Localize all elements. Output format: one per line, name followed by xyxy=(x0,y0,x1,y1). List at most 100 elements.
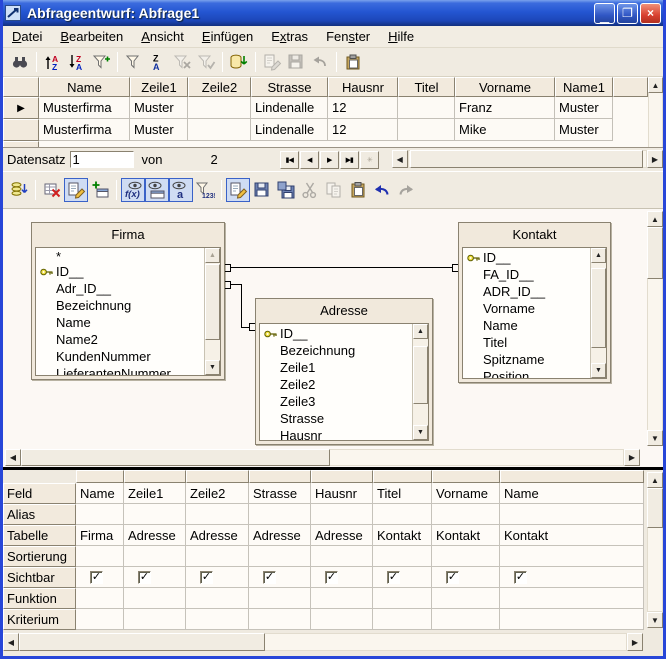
visible-checkbox[interactable]: ✓ xyxy=(263,571,276,584)
grid-cell-sortierung[interactable] xyxy=(124,546,186,567)
field-lieferantennummer[interactable]: LieferantenNummer xyxy=(36,365,204,375)
grid-cell-feld[interactable]: Zeile1 xyxy=(124,483,186,504)
grid-column-header[interactable] xyxy=(432,470,500,483)
grid-cell-kriterium[interactable] xyxy=(76,609,124,630)
grid-cell-funktion[interactable] xyxy=(186,588,249,609)
column-header-strasse[interactable]: Strasse xyxy=(251,77,328,97)
design-view-onoff-button[interactable] xyxy=(64,178,88,202)
menu-extras[interactable]: Extras xyxy=(262,27,317,46)
data-cell[interactable] xyxy=(398,97,455,119)
design-table-title[interactable]: Firma xyxy=(32,223,224,245)
alias-button[interactable]: a xyxy=(169,178,193,202)
grid-vscroll-thumb[interactable] xyxy=(647,488,663,528)
save-as-button[interactable] xyxy=(274,178,298,202)
grid-cell-funktion[interactable] xyxy=(432,588,500,609)
header-corner[interactable] xyxy=(3,77,39,97)
visible-checkbox[interactable]: ✓ xyxy=(387,571,400,584)
field-titel[interactable]: Titel xyxy=(463,334,590,351)
grid-column-header[interactable] xyxy=(249,470,311,483)
grid-cell-sortierung[interactable] xyxy=(76,546,124,567)
field-zeile2[interactable]: Zeile2 xyxy=(260,376,412,393)
field-bezeichnung[interactable]: Bezeichnung xyxy=(260,342,412,359)
field-id-[interactable]: ID__ xyxy=(463,249,590,266)
design-hscroll-thumb[interactable] xyxy=(21,449,330,466)
join-anchor[interactable] xyxy=(225,281,231,289)
data-cell[interactable]: Muster xyxy=(555,97,613,119)
scroll-down-button[interactable]: ▼ xyxy=(205,360,220,375)
grid-cell-funktion[interactable] xyxy=(76,588,124,609)
refresh-data-button[interactable] xyxy=(227,50,251,74)
grid-cell-kriterium[interactable] xyxy=(124,609,186,630)
column-header-zeile2[interactable]: Zeile2 xyxy=(188,77,251,97)
grid-cell-alias[interactable] xyxy=(432,504,500,525)
visible-checkbox[interactable]: ✓ xyxy=(514,571,527,584)
column-header-vorname[interactable]: Vorname xyxy=(455,77,555,97)
grid-cell-sichtbar[interactable]: ✓ xyxy=(500,567,644,588)
nav-hscroll-right[interactable]: ▶ xyxy=(647,150,663,168)
record-number-input[interactable] xyxy=(70,151,134,168)
grid-row-header-alias[interactable]: Alias xyxy=(3,504,76,525)
design-table-title[interactable]: Adresse xyxy=(256,299,432,321)
design-table-adresse[interactable]: AdresseID__BezeichnungZeile1Zeile2Zeile3… xyxy=(255,298,433,445)
menu-ansicht[interactable]: Ansicht xyxy=(132,27,193,46)
menu-fenster[interactable]: Fenster xyxy=(317,27,379,46)
grid-vscroll-down[interactable]: ▼ xyxy=(647,612,663,628)
grid-cell-sortierung[interactable] xyxy=(186,546,249,567)
field-id-[interactable]: ID__ xyxy=(260,325,412,342)
grid-cell-tabelle[interactable]: Adresse xyxy=(311,525,373,546)
grid-cell-sortierung[interactable] xyxy=(311,546,373,567)
cut-button[interactable] xyxy=(298,178,322,202)
nav-hscroll-left[interactable]: ◀ xyxy=(392,150,408,168)
new-record-button[interactable]: ✳ xyxy=(360,151,379,169)
scroll-thumb[interactable] xyxy=(591,268,606,348)
add-table-button[interactable] xyxy=(88,178,112,202)
scroll-up-button[interactable]: ▲ xyxy=(205,248,220,263)
field-strasse[interactable]: Strasse xyxy=(260,410,412,427)
data-cell[interactable]: Mike xyxy=(455,119,555,141)
grid-cell-feld[interactable]: Titel xyxy=(373,483,432,504)
grid-cell-sortierung[interactable] xyxy=(249,546,311,567)
scroll-up-button[interactable]: ▲ xyxy=(591,248,606,263)
scroll-thumb[interactable] xyxy=(205,264,220,340)
auto-filter-button[interactable] xyxy=(89,50,113,74)
data-cell[interactable] xyxy=(398,119,455,141)
column-header-name1[interactable]: Name1 xyxy=(555,77,613,97)
data-cell[interactable]: Muster xyxy=(555,119,613,141)
grid-hscroll-thumb[interactable] xyxy=(19,633,265,651)
run-query-button[interactable] xyxy=(7,178,31,202)
grid-column-header[interactable] xyxy=(373,470,432,483)
data-cell[interactable]: Musterfirma xyxy=(39,97,130,119)
save-button[interactable] xyxy=(250,178,274,202)
grid-cell-tabelle[interactable]: Firma xyxy=(76,525,124,546)
field-name[interactable]: Name xyxy=(36,314,204,331)
grid-cell-sichtbar[interactable]: ✓ xyxy=(432,567,500,588)
grid-cell-sichtbar[interactable]: ✓ xyxy=(311,567,373,588)
data-cell[interactable]: Muster xyxy=(130,119,188,141)
data-cell[interactable]: Muster xyxy=(130,97,188,119)
grid-cell-sichtbar[interactable]: ✓ xyxy=(249,567,311,588)
menu-bearbeiten[interactable]: Bearbeiten xyxy=(51,27,132,46)
field-kundennummer[interactable]: KundenNummer xyxy=(36,348,204,365)
data-cell[interactable]: 12 xyxy=(328,97,398,119)
clear-query-button[interactable] xyxy=(40,178,64,202)
join-line[interactable] xyxy=(241,284,242,328)
grid-cell-feld[interactable]: Zeile2 xyxy=(186,483,249,504)
design-vscroll-up[interactable]: ▲ xyxy=(647,211,663,227)
field-zeile1[interactable]: Zeile1 xyxy=(260,359,412,376)
grid-cell-funktion[interactable] xyxy=(373,588,432,609)
undo-button[interactable] xyxy=(370,178,394,202)
edit-data-button[interactable] xyxy=(260,50,284,74)
grid-cell-alias[interactable] xyxy=(500,504,644,525)
data-source-explorer-button[interactable] xyxy=(341,50,365,74)
grid-cell-feld[interactable]: Name xyxy=(500,483,644,504)
redo-button[interactable] xyxy=(394,178,418,202)
grid-cell-alias[interactable] xyxy=(311,504,373,525)
grid-cell-funktion[interactable] xyxy=(311,588,373,609)
remove-filter-button[interactable] xyxy=(170,50,194,74)
grid-row-header-sortierung[interactable]: Sortierung xyxy=(3,546,76,567)
scroll-down-button[interactable]: ▼ xyxy=(413,425,428,440)
visible-checkbox[interactable]: ✓ xyxy=(90,571,103,584)
edit-button[interactable] xyxy=(226,178,250,202)
field-*[interactable]: * xyxy=(36,249,204,263)
visible-checkbox[interactable]: ✓ xyxy=(446,571,459,584)
